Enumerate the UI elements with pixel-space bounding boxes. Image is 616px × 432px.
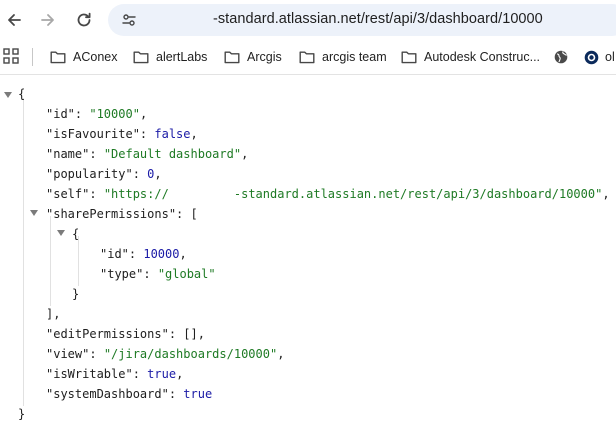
folder-icon [401, 51, 417, 64]
reload-icon [77, 12, 91, 27]
json-share-item-type: "type": "global" [100, 267, 216, 281]
bookmark-label: ol [605, 50, 615, 64]
bookmark-globe[interactable] [554, 47, 568, 67]
json-line-self: "self": "https:// -standard.atlassian.ne… [46, 187, 610, 201]
json-share-item-open: { [72, 227, 80, 241]
reload-button[interactable] [72, 8, 96, 32]
folder-icon [50, 51, 66, 64]
json-line-editpermissions: "editPermissions": [], [46, 327, 205, 341]
folder-icon [224, 51, 240, 64]
json-line-id: "id": "10000", [46, 107, 148, 121]
json-line-sharepermissions: "sharePermissions": [ [46, 207, 198, 221]
tree-guide [50, 216, 51, 306]
tree-guide [23, 98, 24, 406]
collapse-toggle-root[interactable] [4, 92, 12, 98]
address-bar[interactable]: -standard.atlassian.net/rest/api/3/dashb… [108, 4, 616, 36]
json-line-popularity: "popularity": 0, [46, 167, 162, 181]
collapse-toggle-sharepermissions[interactable] [30, 210, 38, 216]
bookmark-label: arcgis team [322, 50, 387, 64]
bookmark-autodesk[interactable]: Autodesk Construc... [401, 47, 540, 67]
browser-toolbar: -standard.atlassian.net/rest/api/3/dashb… [0, 0, 616, 40]
bookmarks-bar: AConex alertLabs Arcgis arcgis team Auto… [0, 40, 616, 75]
bookmark-label: Autodesk Construc... [424, 50, 541, 64]
globe-icon [554, 50, 568, 64]
json-root-close: } [18, 407, 26, 421]
bookmark-profile[interactable]: ol [584, 47, 615, 67]
bookmark-alertlabs[interactable]: alertLabs [133, 47, 207, 67]
apps-grid-icon[interactable] [3, 48, 19, 64]
json-share-item-id: "id": 10000, [100, 247, 187, 261]
url-text: -standard.atlassian.net/rest/api/3/dashb… [213, 11, 543, 27]
json-line-name: "name": "Default dashboard", [46, 147, 249, 161]
bookmark-arcgis-team[interactable]: arcgis team [299, 47, 387, 67]
tune-icon [122, 14, 136, 26]
json-viewer: { "id": "10000", "isFavourite": false, "… [0, 78, 616, 432]
folder-icon [133, 51, 149, 64]
bookmark-label: alertLabs [156, 50, 208, 64]
bookmark-aconex[interactable]: AConex [50, 47, 117, 67]
json-root-open: { [18, 87, 26, 101]
json-line-systemdashboard: "systemDashboard": true [46, 387, 213, 401]
json-array-close: ], [46, 307, 61, 321]
site-info-button[interactable] [118, 9, 140, 31]
json-line-isfavourite: "isFavourite": false, [46, 127, 198, 141]
bookmarks-separator [32, 48, 33, 66]
json-line-iswritable: "isWritable": true, [46, 367, 184, 381]
bookmark-label: AConex [73, 50, 118, 64]
json-share-item-close: } [72, 287, 80, 301]
profile-icon [584, 50, 599, 64]
back-button[interactable] [2, 8, 26, 32]
redacted-url-part [144, 12, 212, 28]
collapse-toggle-share-item[interactable] [57, 230, 65, 236]
forward-button[interactable] [36, 8, 60, 32]
json-line-view: "view": "/jira/dashboards/10000", [46, 347, 285, 361]
arrow-left-icon [8, 14, 21, 26]
bookmark-arcgis[interactable]: Arcgis [224, 47, 282, 67]
folder-icon [299, 51, 315, 64]
bookmark-label: Arcgis [247, 50, 282, 64]
arrow-right-icon [41, 14, 54, 26]
